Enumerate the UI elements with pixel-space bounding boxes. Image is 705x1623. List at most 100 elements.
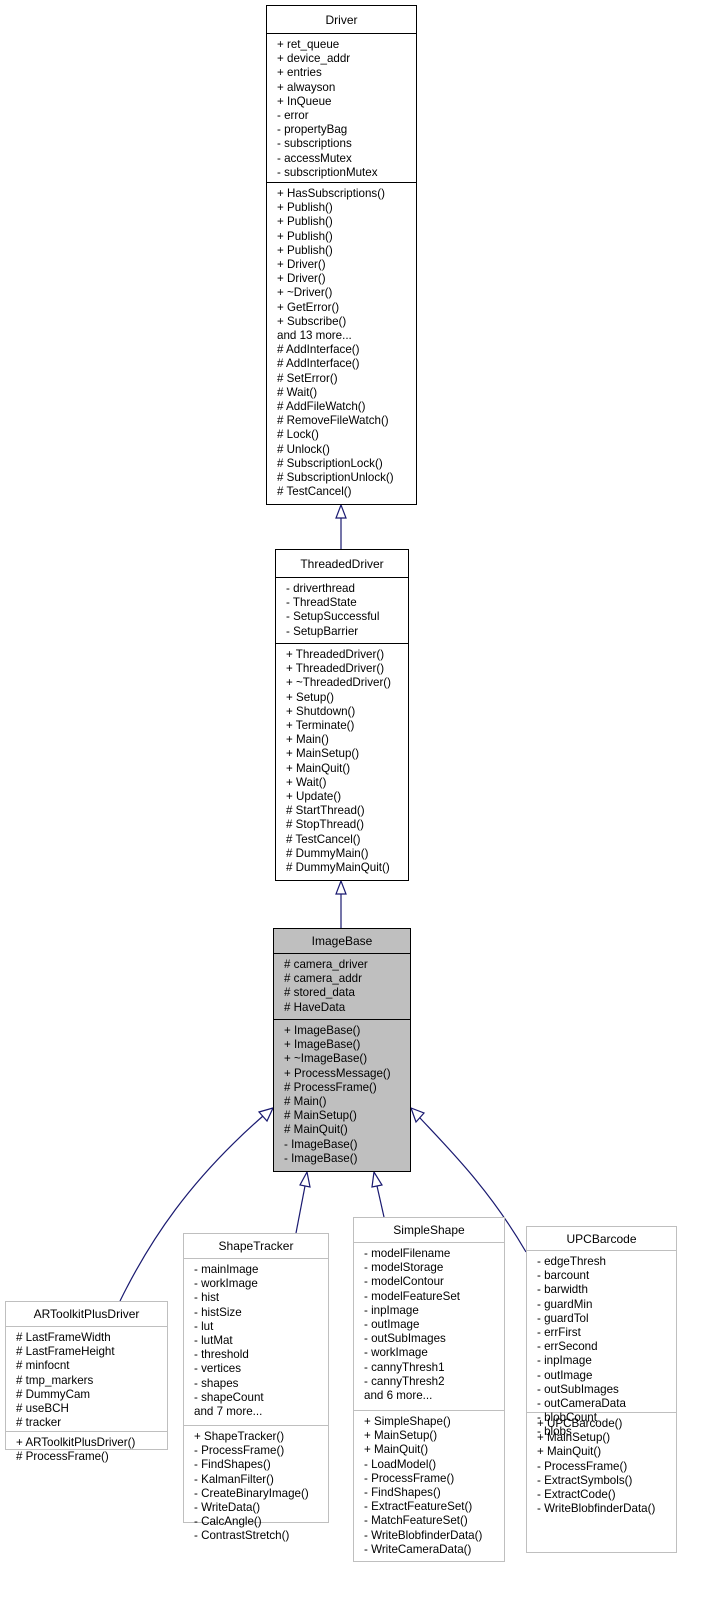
class-artoolkitplusdriver[interactable]: ARToolkitPlusDriver # LastFrameWidth # La… <box>5 1301 168 1463</box>
attribute-item: - ThreadState <box>286 596 357 610</box>
method-item: + MainSetup() <box>286 747 360 761</box>
method-item: + UPCBarcode() <box>537 1417 623 1430</box>
method-item: - ExtractSymbols() <box>537 1473 633 1487</box>
method-item: # StopThread() <box>286 818 364 832</box>
attribute-item: + alwayson <box>277 80 336 94</box>
attributes-section: + ret_queue + device_addr + entries + alway… <box>267 34 416 183</box>
class-name: ARToolkitPlusDriver <box>6 1302 167 1327</box>
method-item: + ImageBase() <box>284 1024 361 1037</box>
inherit-arrow-icon <box>299 1170 311 1188</box>
class-upcbarcode[interactable]: UPCBarcode - edgeThresh - barcount - barwi… <box>526 1226 677 1553</box>
method-item: # AddFileWatch() <box>277 400 366 414</box>
edge-simpleshape-imagebase <box>376 1185 385 1218</box>
attribute-item: - vertices <box>194 1362 242 1376</box>
class-imagebase[interactable]: ImageBase # camera_driver # camera_addr # … <box>273 928 411 1172</box>
inherit-arrow-icon <box>335 879 347 895</box>
attribute-item: and 7 more... <box>194 1405 263 1419</box>
method-item: - ProcessFrame() <box>364 1471 455 1485</box>
attribute-item: - lut <box>194 1319 214 1333</box>
attribute-item: - cannyThresh1 <box>364 1360 445 1374</box>
attribute-item: - mainImage <box>194 1263 259 1276</box>
class-shapetracker[interactable]: ShapeTracker - mainImage - workImage - his… <box>183 1233 329 1542</box>
attribute-item: - histSize <box>194 1305 242 1319</box>
attributes-section: - driverthread - ThreadState - SetupSucces… <box>276 578 408 644</box>
class-name: Driver <box>267 6 416 34</box>
method-item: + Driver() <box>277 258 326 272</box>
class-name: SimpleShape <box>354 1218 504 1243</box>
methods-section: + ImageBase() + ImageBase() + ~ImageBase()… <box>274 1020 410 1166</box>
method-item: - FindShapes() <box>194 1458 271 1472</box>
attribute-item: - error <box>277 109 309 123</box>
method-item: # Lock() <box>277 428 319 442</box>
attribute-item: # LastFrameWidth <box>16 1331 111 1344</box>
method-item: + SimpleShape() <box>364 1415 451 1428</box>
attribute-item: # stored_data <box>284 986 355 1000</box>
attribute-item: # camera_driver <box>284 958 368 971</box>
method-item: + ProcessMessage() <box>284 1066 391 1080</box>
method-item: # MainQuit() <box>284 1123 348 1137</box>
class-name: UPCBarcode <box>527 1227 676 1251</box>
attributes-section: # camera_driver # camera_addr # stored_dat… <box>274 954 410 1020</box>
method-item: + Publish() <box>277 243 333 257</box>
method-item: - LoadModel() <box>364 1457 437 1471</box>
class-simpleshape[interactable]: SimpleShape - modelFilename - modelStorag… <box>353 1217 505 1562</box>
attribute-item: - accessMutex <box>277 151 352 165</box>
attribute-item: + device_addr <box>277 52 351 66</box>
attribute-item: - modelFilename <box>364 1247 451 1260</box>
method-item: - FindShapes() <box>364 1486 441 1500</box>
attribute-item: # camera_addr <box>284 972 362 986</box>
method-item: # TestCancel() <box>277 485 352 499</box>
method-item: - WriteData() <box>194 1501 261 1515</box>
method-item: + ARToolkitPlusDriver() <box>16 1436 136 1449</box>
method-item: - CalcAngle() <box>194 1515 262 1529</box>
class-threadeddriver[interactable]: ThreadedDriver - driverthread - ThreadSta… <box>275 549 409 881</box>
method-item: # DummyMainQuit() <box>286 861 390 875</box>
methods-section: + ARToolkitPlusDriver() # ProcessFrame() <box>6 1432 167 1464</box>
method-item: # Wait() <box>277 385 318 399</box>
attribute-item: - shapes <box>194 1376 239 1390</box>
attribute-item: - workImage <box>194 1277 258 1291</box>
inherit-arrow-icon <box>335 503 347 519</box>
attribute-item: # LastFrameHeight <box>16 1345 115 1359</box>
method-item: + Publish() <box>277 215 333 229</box>
method-item: + MainQuit() <box>286 761 351 775</box>
attributes-section: - modelFilename - modelStorage - modelCont… <box>354 1243 504 1411</box>
method-item: # ProcessFrame() <box>16 1450 109 1464</box>
method-item: # TestCancel() <box>286 832 361 846</box>
method-item: - WriteCameraData() <box>364 1542 472 1556</box>
methods-section: + UPCBarcode() + MainSetup() + MainQuit() -… <box>527 1413 676 1516</box>
attribute-item: - propertyBag <box>277 123 348 137</box>
method-item: + Update() <box>286 790 342 804</box>
method-item: + Setup() <box>286 690 335 704</box>
method-item: + Shutdown() <box>286 704 356 718</box>
method-item: # SetError() <box>277 371 338 385</box>
attribute-item: - inpImage <box>364 1303 419 1317</box>
method-item: + Driver() <box>277 272 326 286</box>
method-item: - ExtractCode() <box>537 1488 616 1502</box>
method-item: - ProcessFrame() <box>194 1444 285 1458</box>
method-item: # Main() <box>284 1095 327 1109</box>
method-item: + MainQuit() <box>364 1443 429 1457</box>
class-driver[interactable]: Driver + ret_queue + device_addr + entries… <box>266 5 417 505</box>
attribute-item: # DummyCam <box>16 1387 91 1401</box>
method-item: - CreateBinaryImage() <box>194 1486 309 1500</box>
method-item: + ~ThreadedDriver() <box>286 676 392 690</box>
methods-section: + HasSubscriptions() + Publish() + Publish… <box>267 183 416 499</box>
attribute-item: # tmp_markers <box>16 1373 94 1387</box>
attribute-item: and 6 more... <box>364 1389 433 1403</box>
method-item: - ProcessFrame() <box>537 1459 628 1473</box>
inherit-arrow-icon <box>257 1107 275 1123</box>
method-item: + ~ImageBase() <box>284 1052 368 1066</box>
attribute-item: - outSubImages <box>537 1382 619 1396</box>
attribute-item: - shapeCount <box>194 1390 264 1404</box>
method-item: - MatchFeatureSet() <box>364 1514 468 1528</box>
method-item: - ExtractFeatureSet() <box>364 1500 473 1514</box>
attributes-section: # LastFrameWidth # LastFrameHeight # minfo… <box>6 1327 167 1432</box>
attribute-item: - lutMat <box>194 1334 233 1348</box>
method-item: + Wait() <box>286 775 327 789</box>
method-item: + Terminate() <box>286 719 355 733</box>
method-item: # MainSetup() <box>284 1109 357 1123</box>
method-item: # AddInterface() <box>277 343 360 357</box>
attribute-item: - SetupBarrier <box>286 624 359 638</box>
attribute-item: + InQueue <box>277 94 332 108</box>
